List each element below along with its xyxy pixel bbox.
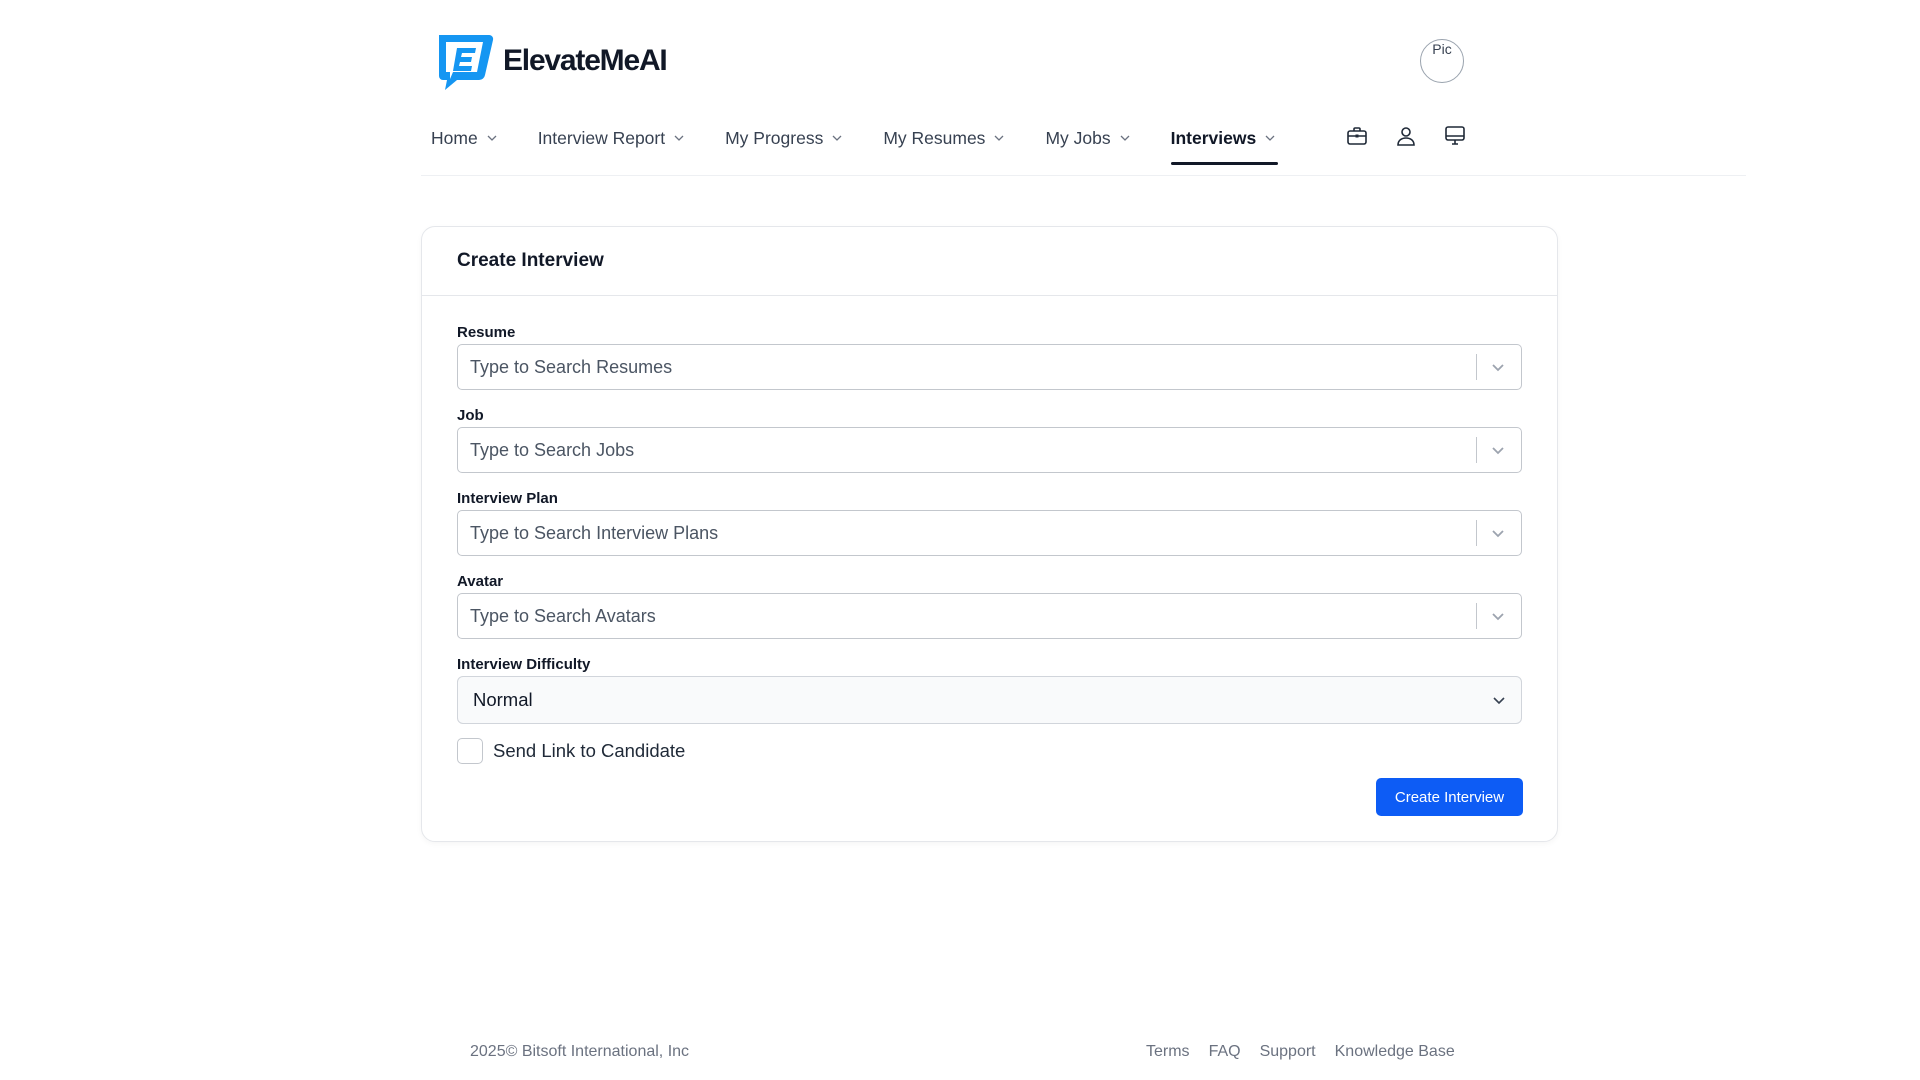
- chevron-down-icon: [487, 135, 497, 141]
- nav-item-label: Interviews: [1170, 127, 1257, 148]
- nav-item-my-resumes[interactable]: My Resumes: [873, 112, 1015, 164]
- footer-link-terms[interactable]: Terms: [1146, 1043, 1190, 1061]
- resume-placeholder: Type to Search Resumes: [470, 356, 673, 377]
- avatar[interactable]: Pic: [1420, 39, 1464, 83]
- avatar-select[interactable]: Type to Search Avatars: [457, 593, 1522, 639]
- create-interview-button[interactable]: Create Interview: [1376, 778, 1523, 816]
- chevron-down-icon: [1120, 135, 1130, 141]
- difficulty-select[interactable]: Normal: [457, 676, 1522, 724]
- nav-item-interview-report[interactable]: Interview Report: [528, 112, 695, 164]
- chevron-down-icon[interactable]: [1491, 360, 1505, 374]
- nav-item-label: My Jobs: [1045, 127, 1111, 148]
- footer-link-support[interactable]: Support: [1260, 1043, 1316, 1061]
- select-separator: [1476, 437, 1477, 463]
- briefcase-icon[interactable]: [1345, 124, 1369, 148]
- chevron-down-icon[interactable]: [1491, 609, 1505, 623]
- footer: 2025© Bitsoft International, Inc Terms F…: [0, 1040, 1920, 1070]
- select-separator: [1476, 354, 1477, 380]
- nav-item-my-jobs[interactable]: My Jobs: [1035, 112, 1140, 164]
- create-interview-card: Create Interview Resume Type to Search R…: [421, 226, 1558, 842]
- avatar-placeholder: Type to Search Avatars: [470, 605, 656, 626]
- job-label: Job: [457, 407, 484, 424]
- user-icon[interactable]: [1394, 124, 1418, 148]
- avatar-field: Avatar Type to Search Avatars: [457, 572, 1522, 639]
- interview-plan-placeholder: Type to Search Interview Plans: [470, 522, 719, 543]
- job-field: Job Type to Search Jobs: [457, 406, 1522, 473]
- send-link-row: Send Link to Candidate: [457, 738, 685, 764]
- chevron-down-icon: [994, 135, 1004, 141]
- nav-item-interviews[interactable]: Interviews: [1161, 112, 1287, 165]
- footer-copyright: 2025© Bitsoft International, Inc: [470, 1043, 690, 1060]
- chevron-down-icon: [1265, 135, 1275, 141]
- chevron-down-icon: [674, 135, 684, 141]
- difficulty-field: Interview Difficulty Normal: [457, 655, 1522, 724]
- select-separator: [1476, 603, 1477, 629]
- nav-icons: [1345, 124, 1467, 148]
- interview-plan-label: Interview Plan: [457, 490, 558, 507]
- resume-field: Resume Type to Search Resumes: [457, 323, 1522, 390]
- difficulty-value: Normal: [473, 689, 533, 710]
- difficulty-label: Interview Difficulty: [457, 656, 591, 673]
- nav-item-label: My Resumes: [883, 127, 986, 148]
- job-placeholder: Type to Search Jobs: [470, 439, 635, 460]
- card-title: Create Interview: [457, 250, 604, 271]
- nav-item-label: Interview Report: [537, 127, 666, 148]
- logo-mark-icon: [439, 34, 494, 90]
- brand-logo[interactable]: ElevateMeAI: [431, 29, 668, 93]
- interview-plan-field: Interview Plan Type to Search Interview …: [457, 489, 1522, 556]
- main-nav: Home Interview Report My Progress My Res…: [421, 112, 1306, 176]
- nav-item-label: My Progress: [725, 127, 824, 148]
- footer-link-knowledge-base[interactable]: Knowledge Base: [1335, 1043, 1455, 1061]
- interview-plan-select[interactable]: Type to Search Interview Plans: [457, 510, 1522, 556]
- resume-select[interactable]: Type to Search Resumes: [457, 344, 1522, 390]
- send-link-label[interactable]: Send Link to Candidate: [493, 740, 685, 762]
- brand-name: ElevateMeAI: [503, 44, 668, 77]
- card-header: Create Interview: [422, 227, 1557, 296]
- send-link-checkbox[interactable]: [457, 738, 483, 764]
- chevron-down-icon: [1493, 697, 1505, 705]
- select-separator: [1476, 520, 1477, 546]
- avatar-label: Avatar: [457, 573, 504, 590]
- job-select[interactable]: Type to Search Jobs: [457, 427, 1522, 473]
- chevron-down-icon: [832, 135, 842, 141]
- chevron-down-icon[interactable]: [1491, 443, 1505, 457]
- nav-item-my-progress[interactable]: My Progress: [715, 112, 853, 164]
- monitor-icon[interactable]: [1443, 124, 1467, 148]
- resume-label: Resume: [457, 324, 516, 341]
- footer-link-faq[interactable]: FAQ: [1209, 1043, 1241, 1061]
- nav-item-label: Home: [431, 127, 478, 148]
- header: ElevateMeAI Pic Home Interview Report My…: [421, 0, 1746, 176]
- nav-item-home[interactable]: Home: [421, 112, 508, 164]
- chevron-down-icon[interactable]: [1491, 526, 1505, 540]
- footer-links: Terms FAQ Support Knowledge Base: [1146, 1043, 1455, 1061]
